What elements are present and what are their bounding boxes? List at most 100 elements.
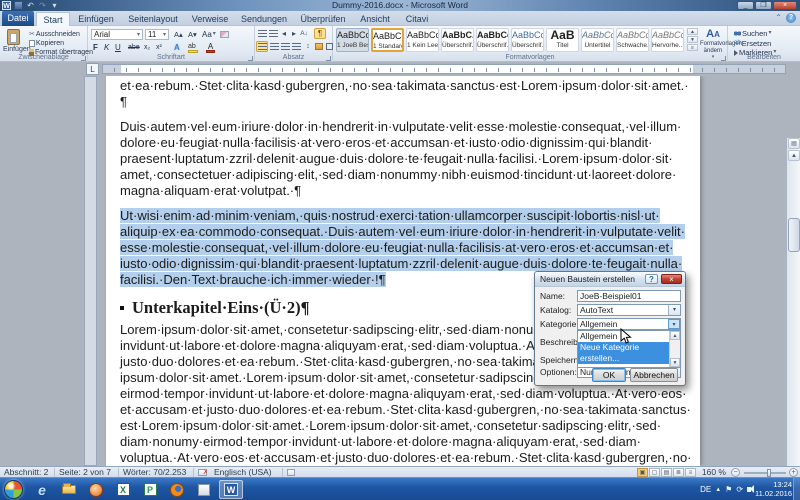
dropdown-scroll-up-icon[interactable]: ▲ [670, 331, 680, 340]
dialog-help-icon[interactable]: ? [645, 274, 658, 284]
tab-stop-selector[interactable]: L [86, 63, 99, 75]
action-center-flag-icon[interactable]: ⚑ [725, 485, 732, 494]
hidden-icons-icon[interactable]: ▲ [715, 487, 721, 493]
tab-einfuegen[interactable]: Einfügen [72, 12, 120, 26]
superscript-button[interactable]: x² [154, 42, 164, 53]
sort-button[interactable]: A↓ [298, 28, 310, 39]
macro-record-icon[interactable] [287, 469, 295, 476]
style-chip[interactable]: AaBbCc. Untertitel [581, 28, 614, 52]
font-size-combo[interactable]: 11 ▾ [145, 29, 169, 40]
tab-sendungen[interactable]: Sendungen [236, 12, 292, 26]
dialog-close-icon[interactable]: × [661, 274, 682, 284]
style-chip[interactable]: AaBbCcD.Hervorhe... [651, 28, 684, 52]
taskbar-media-player-icon[interactable] [84, 480, 108, 499]
font-name-combo[interactable]: Arial ▾ [91, 29, 143, 40]
style-chip[interactable]: AaBbCc. Schwache... [616, 28, 649, 52]
taskbar-internet-explorer-icon[interactable]: e [30, 480, 54, 499]
dropdown-scrollbar[interactable]: ▲ ▼ [669, 331, 680, 367]
highlight-color-button[interactable]: ab [188, 43, 198, 53]
start-button[interactable] [4, 480, 23, 499]
paragraph-dialog-launcher[interactable] [326, 56, 331, 61]
strikethrough-button[interactable]: abe [126, 42, 142, 53]
clear-formatting-icon[interactable] [220, 31, 229, 38]
zoom-slider[interactable] [744, 469, 786, 477]
bold-button[interactable]: F [91, 42, 100, 53]
dropdown-item-new-category[interactable]: Neue Kategorie erstellen... [578, 342, 670, 364]
taskbar-explorer-icon[interactable] [57, 480, 81, 499]
dropdown-scroll-down-icon[interactable]: ▼ [670, 358, 680, 367]
sync-icon[interactable]: ⟳ [736, 485, 743, 494]
style-chip[interactable]: AaB Titel [546, 28, 579, 52]
view-outline-button[interactable]: ≣ [673, 468, 684, 477]
view-draft-button[interactable]: ≡ [685, 468, 696, 477]
view-fullscreen-button[interactable]: ▢ [649, 468, 660, 477]
align-left-button[interactable] [256, 41, 268, 52]
style-chip[interactable]: AaBbC. Überschrif... [441, 28, 474, 52]
spellcheck-icon[interactable]: ✗ [198, 469, 208, 476]
close-button[interactable]: × [773, 1, 797, 10]
style-chip[interactable]: AaBbCcI1 Kein Lee... [406, 28, 439, 52]
numbered-list-icon [268, 29, 278, 38]
shrink-font-button[interactable]: A▾ [186, 29, 199, 40]
paste-button[interactable]: Einfügen [3, 28, 31, 53]
tab-verweise[interactable]: Verweise [186, 12, 234, 26]
group-label-font: Schriftart [156, 54, 185, 61]
cancel-button[interactable]: Abbrechen [630, 368, 678, 382]
gallery-more-icon[interactable]: ≡ [687, 44, 698, 51]
grow-font-button[interactable]: A▴ [172, 29, 185, 40]
underline-button[interactable]: U [113, 42, 123, 53]
minimize-ribbon-icon[interactable]: ⌃ [775, 13, 782, 23]
taskbar-app-p-icon[interactable]: P [138, 480, 162, 499]
scrollbar-thumb[interactable] [788, 218, 800, 252]
tab-start[interactable]: Start [36, 12, 70, 26]
styles-dialog-launcher[interactable] [721, 56, 726, 61]
italic-button[interactable]: K [102, 42, 111, 53]
taskbar-excel-icon[interactable]: X [111, 480, 135, 499]
style-chip[interactable]: AaBbCcI1 Standard [371, 28, 404, 52]
scroll-up-icon[interactable]: ▲ [788, 150, 800, 161]
show-formatting-marks-button[interactable]: ¶ [314, 28, 326, 39]
show-desktop-button[interactable] [793, 478, 800, 500]
taskbar-word-icon[interactable]: W [219, 480, 243, 499]
justify-button[interactable] [290, 41, 302, 52]
zoom-in-icon[interactable]: + [789, 468, 798, 477]
catalog-combo[interactable]: AutoText ▾ [577, 304, 681, 316]
tab-ueberpruefen[interactable]: Überprüfen [294, 12, 352, 26]
vertical-ruler[interactable] [84, 76, 97, 466]
minimize-button[interactable]: _ [737, 1, 754, 10]
chevron-down-icon[interactable]: ▾ [668, 319, 680, 329]
ok-button[interactable]: OK [592, 368, 626, 382]
name-input[interactable]: JoeB-Beispiel01 [577, 290, 681, 302]
volume-icon[interactable] [747, 487, 752, 492]
taskbar-notes-icon[interactable] [192, 480, 216, 499]
text-effects-icon[interactable]: A [172, 42, 182, 53]
gallery-up-icon[interactable]: ▲ [687, 28, 698, 35]
tab-datei[interactable]: Datei [2, 11, 34, 26]
style-chip[interactable]: AaBbCc Überschrif... [476, 28, 509, 52]
subscript-button[interactable]: x₂ [142, 42, 152, 53]
font-dialog-launcher[interactable] [248, 56, 253, 61]
ruler-toggle-icon[interactable]: ▤ [788, 138, 800, 149]
styles-gallery: AaBbCcI1 JoeB Bes... AaBbCcI1 Standard A… [335, 28, 685, 52]
help-icon[interactable]: ? [786, 13, 796, 23]
chevron-down-icon[interactable]: ▾ [668, 305, 680, 315]
clipboard-dialog-launcher[interactable] [81, 56, 86, 61]
font-color-button[interactable]: A [206, 43, 215, 53]
gallery-down-icon[interactable]: ▼ [687, 36, 698, 43]
view-web-layout-button[interactable]: ▤ [661, 468, 672, 477]
vertical-scrollbar[interactable]: ▤ ▲ ▼ ▲▲ ● ▼▼ [786, 138, 800, 466]
maximize-button[interactable]: ❐ [755, 1, 772, 10]
style-chip[interactable]: AaBbCcI1 JoeB Bes... [336, 28, 369, 52]
taskbar-clock[interactable]: 13:24 11.02.2016 [755, 480, 792, 498]
tab-citavi[interactable]: Citavi [398, 12, 436, 26]
zoom-out-icon[interactable]: − [731, 468, 740, 477]
horizontal-ruler[interactable] [102, 64, 786, 74]
tab-seitenlayout[interactable]: Seitenlayout [122, 12, 184, 26]
tab-ansicht[interactable]: Ansicht [354, 12, 396, 26]
zoom-slider-thumb[interactable] [767, 469, 771, 477]
language-tray-indicator[interactable]: DE [700, 485, 711, 494]
change-case-button[interactable]: Aa ▾ [200, 29, 218, 40]
style-chip[interactable]: AaBbCcI Überschrif... [511, 28, 544, 52]
taskbar-firefox-icon[interactable] [165, 480, 189, 499]
view-print-layout-button[interactable]: ▣ [637, 468, 648, 477]
